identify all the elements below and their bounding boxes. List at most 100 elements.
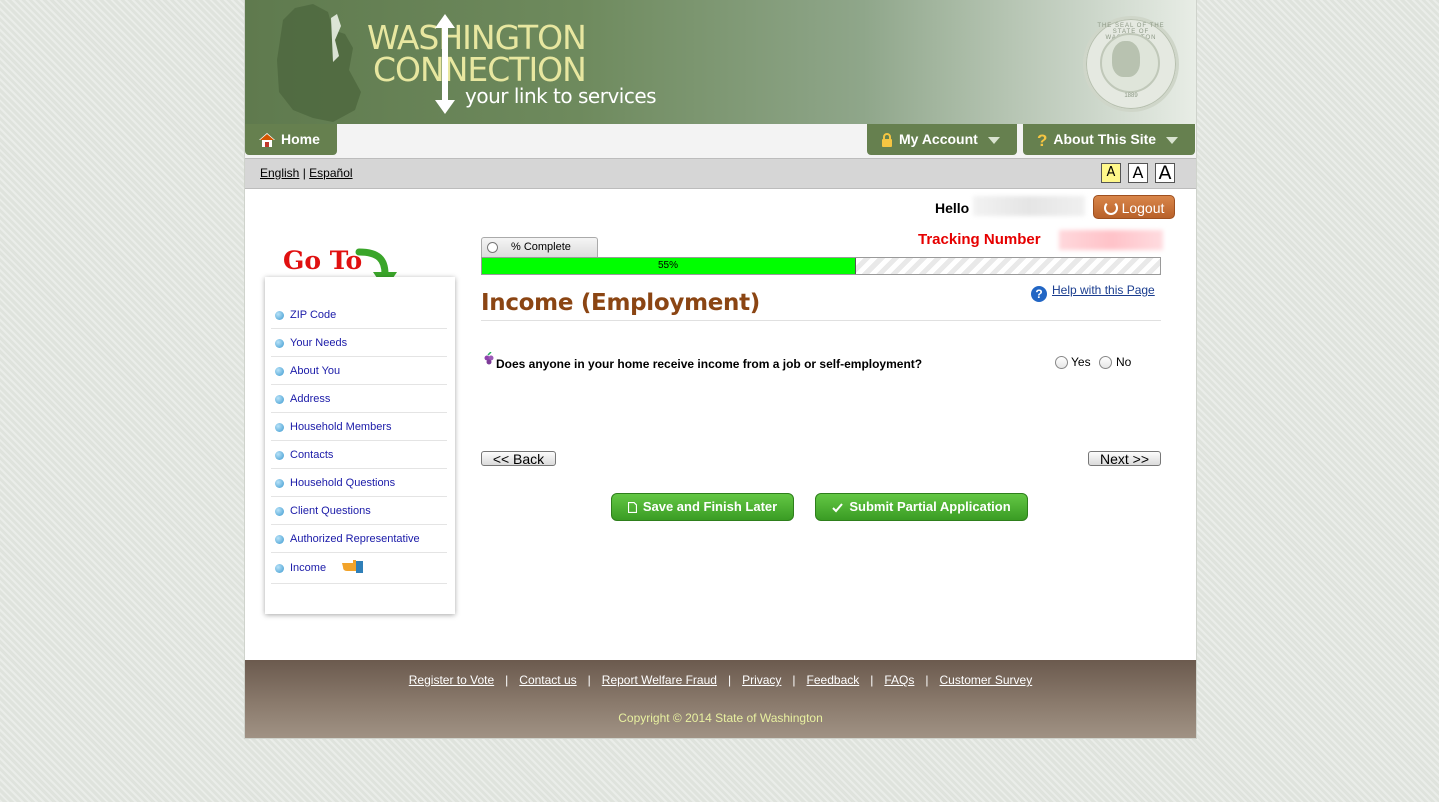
sidebar-item-contacts[interactable]: Contacts (271, 441, 447, 469)
footer-separator: | (870, 673, 874, 687)
bullet-icon (275, 395, 284, 404)
language-separator: | (302, 166, 306, 180)
sidebar-item-label: Your Needs (290, 337, 348, 349)
logout-button[interactable]: Logout (1093, 195, 1175, 219)
sidebar-item-label: ZIP Code (290, 309, 337, 321)
save-finish-later-button[interactable]: Save and Finish Later (611, 493, 794, 521)
bullet-icon (275, 367, 284, 376)
sidebar-item-client-questions[interactable]: Client Questions (271, 497, 447, 525)
sidebar-item-label: Authorized Representative (290, 533, 420, 545)
home-tab[interactable]: Home (245, 124, 337, 155)
bullet-icon (275, 451, 284, 460)
next-button[interactable]: Next >> (1088, 451, 1161, 466)
sidebar-item-authorized-representative[interactable]: Authorized Representative (271, 525, 447, 553)
grapes-icon (484, 352, 494, 365)
footer-link-report-welfare-fraud[interactable]: Report Welfare Fraud (602, 673, 717, 687)
chevron-down-icon (987, 136, 1000, 144)
font-size-medium-button[interactable]: A (1128, 163, 1148, 183)
sidebar-item-zip-code[interactable]: ZIP Code (271, 301, 447, 329)
question-text: Does anyone in your home receive income … (496, 357, 923, 371)
back-button[interactable]: << Back (481, 451, 556, 466)
home-tab-label: Home (281, 131, 320, 147)
sidebar-item-label: About You (290, 365, 341, 377)
sidebar-item-household-questions[interactable]: Household Questions (271, 469, 447, 497)
redacted-username (973, 196, 1085, 216)
title-divider (481, 320, 1161, 321)
clock-icon (487, 242, 498, 253)
tracking-number-label: Tracking Number (918, 231, 1041, 248)
language-switcher: English | Español (260, 166, 353, 180)
washington-map-graphic (277, 4, 361, 122)
state-seal-icon: THE SEAL OF THE STATE OF WASHINGTON 1889 (1083, 16, 1179, 112)
language-bar: English | Español A A A (245, 158, 1196, 189)
submit-button-label: Submit Partial Application (849, 499, 1011, 514)
footer-links: Register to Vote | Contact us | Report Welfa… (245, 673, 1196, 687)
footer-separator: | (792, 673, 796, 687)
up-down-arrow-icon (435, 14, 455, 114)
footer-link-contact-us[interactable]: Contact us (519, 673, 576, 687)
radio-no[interactable] (1099, 356, 1112, 369)
greeting-text: Hello (935, 200, 970, 216)
sidebar-item-income[interactable]: Income (271, 553, 447, 584)
bullet-icon (275, 564, 284, 573)
page-title: Income (Employment) (481, 290, 761, 316)
sidebar-item-label: Contacts (290, 449, 334, 461)
sidebar-item-label: Income (290, 562, 327, 574)
my-account-tab[interactable]: My Account (867, 124, 1017, 155)
espanol-link[interactable]: Español (309, 166, 352, 180)
footer-separator: | (587, 673, 591, 687)
sidebar-item-label: Household Members (290, 421, 392, 433)
progress-bar: 55% (481, 257, 1161, 275)
footer-separator: | (505, 673, 509, 687)
site-footer: Register to Vote | Contact us | Report Welfa… (245, 660, 1196, 738)
redacted-tracking-number (1059, 230, 1163, 250)
radio-yes[interactable] (1055, 356, 1068, 369)
home-icon (259, 133, 275, 148)
checkmark-icon (832, 502, 844, 513)
progress-tab: % Complete (481, 237, 598, 257)
lock-icon (882, 133, 892, 148)
sidebar-item-your-needs[interactable]: Your Needs (271, 329, 447, 357)
power-icon (1103, 201, 1118, 215)
sidebar-item-label: Address (290, 393, 331, 405)
sidebar-item-household-members[interactable]: Household Members (271, 413, 447, 441)
progress-tab-label: % Complete (511, 241, 571, 253)
save-button-label: Save and Finish Later (642, 499, 778, 514)
footer-separator: | (727, 673, 732, 687)
radio-yes-label: Yes (1071, 355, 1091, 369)
sidebar-item-address[interactable]: Address (271, 385, 447, 413)
chevron-down-icon (1166, 136, 1179, 144)
footer-link-feedback[interactable]: Feedback (807, 673, 860, 687)
about-site-label: About This Site (1053, 131, 1157, 147)
help-icon: ? (1031, 286, 1047, 302)
submit-partial-application-button[interactable]: Submit Partial Application (815, 493, 1028, 521)
bullet-icon (275, 507, 284, 516)
site-banner: WASHINGTON CONNECTION your link to servi… (245, 0, 1196, 124)
footer-link-privacy[interactable]: Privacy (742, 673, 781, 687)
bullet-icon (275, 423, 284, 432)
sidebar-item-label: Client Questions (290, 505, 371, 517)
footer-link-customer-survey[interactable]: Customer Survey (940, 673, 1033, 687)
progress-percent-text: 55% (657, 260, 678, 271)
site-tagline: your link to services (465, 84, 657, 108)
font-size-small-button[interactable]: A (1101, 163, 1121, 183)
document-icon (627, 502, 637, 514)
site-logo-text[interactable]: WASHINGTON CONNECTION (367, 21, 587, 89)
english-link[interactable]: English (260, 166, 299, 180)
goto-heading: Go To (283, 246, 363, 275)
main-nav: Home My Account ? About This Site (245, 124, 1196, 158)
my-account-label: My Account (899, 131, 978, 147)
bullet-icon (275, 311, 284, 320)
question-mark-icon: ? (1037, 130, 1048, 150)
radio-no-label: No (1116, 355, 1132, 369)
sidebar-item-about-you[interactable]: About You (271, 357, 447, 385)
footer-link-register-to-vote[interactable]: Register to Vote (409, 673, 494, 687)
logo-line-2: CONNECTION (373, 50, 587, 89)
footer-link-faqs[interactable]: FAQs (884, 673, 914, 687)
help-link-label: Help with this Page (1052, 283, 1155, 297)
font-size-large-button[interactable]: A (1155, 163, 1175, 183)
bullet-icon (275, 479, 284, 488)
pointing-hand-icon (342, 560, 363, 573)
about-site-tab[interactable]: ? About This Site (1023, 124, 1195, 155)
help-link[interactable]: ? Help with this Page (1031, 283, 1155, 302)
